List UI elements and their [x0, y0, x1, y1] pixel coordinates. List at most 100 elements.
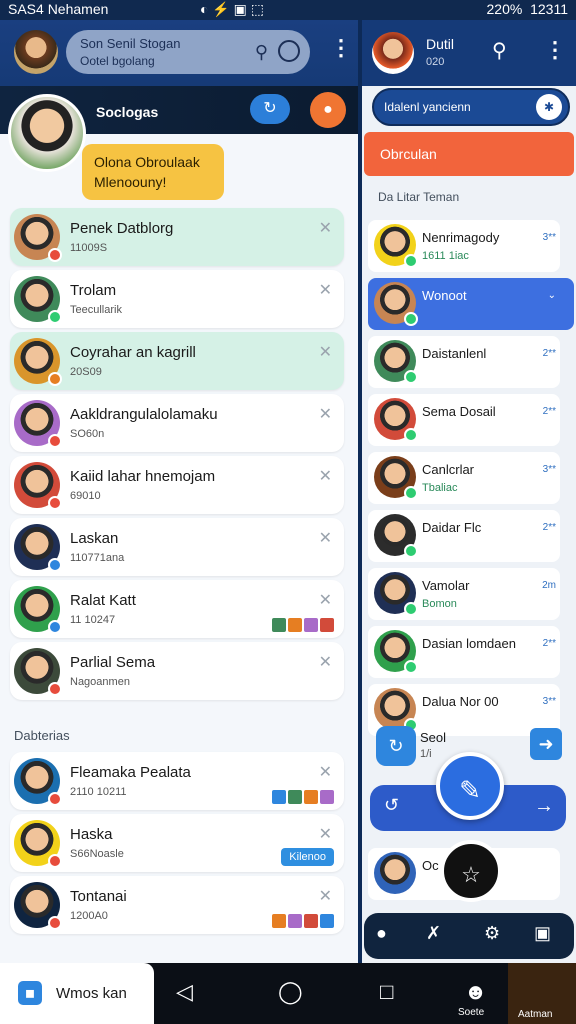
chat-row[interactable]: Nenrimagody 1611 1iac 3** [368, 218, 560, 274]
last-message: Bomon [422, 598, 457, 610]
search-icon[interactable]: ⚲ [255, 42, 268, 63]
close-icon[interactable]: ✕ [319, 652, 332, 672]
shuffle-icon[interactable]: ✗ [426, 923, 441, 944]
status-badge [404, 370, 418, 384]
compose-button[interactable]: ✎ [436, 752, 504, 820]
back-icon[interactable]: ◁ [176, 979, 193, 1005]
close-icon[interactable]: ✕ [319, 528, 332, 548]
close-icon[interactable]: ✕ [319, 824, 332, 844]
contact-avatar [374, 852, 416, 894]
user-icon[interactable]: ☻ [464, 979, 487, 1005]
tag-icon [304, 790, 318, 804]
chat-row[interactable]: Aakldrangulalolamaku SO60n ✕ [0, 392, 358, 454]
chat-row[interactable]: Vamolar Bomon 2m [368, 566, 560, 622]
attachment-tags [270, 914, 334, 930]
last-message: 11 10247 [70, 614, 116, 626]
status-badge [48, 916, 62, 930]
chat-row[interactable]: Trolam Teecullarik ✕ [0, 268, 358, 330]
search-box[interactable]: Son Senil Stogan Ootel bgolang ⚲ [66, 30, 310, 74]
sync-button[interactable]: ↻ [250, 94, 290, 124]
chat-row[interactable]: Fleamaka Pealata 2110 10211 ✕ [0, 750, 358, 812]
chat-row[interactable]: Coyrahar an kagrill 20S09 ✕ [0, 330, 358, 392]
contact-name: Laskan [70, 530, 119, 547]
chat-row[interactable]: Penek Datblorg 11009S ✕ [0, 206, 358, 268]
chat-row[interactable]: Parlial Sema Nagoanmen ✕ [0, 640, 358, 702]
chat-row[interactable]: Ralat Katt 11 10247 ✕ [0, 578, 358, 640]
contact-avatar [374, 224, 418, 268]
chat-row[interactable]: Laskan 110771ana ✕ [0, 516, 358, 578]
search-icon[interactable]: ⚲ [492, 38, 507, 63]
last-message: Teecullarik [70, 304, 122, 316]
box-icon[interactable]: ▣ [534, 923, 551, 944]
last-message: 11009S [70, 242, 108, 254]
more-options-icon[interactable]: ⋮ [544, 39, 566, 61]
featured-avatar[interactable] [8, 94, 86, 172]
my-avatar[interactable] [14, 30, 58, 74]
contact-avatar[interactable] [372, 32, 414, 74]
contact-avatar [14, 214, 62, 262]
chat-row[interactable]: Daidar Flc 2** [368, 508, 560, 564]
arrow-right-icon[interactable]: ➜ [530, 728, 562, 760]
featured-bubble[interactable]: Olona Obroulaak Mlenoouny! [82, 144, 224, 200]
tag-icon [304, 914, 318, 928]
contact-avatar [14, 648, 62, 696]
chat-row[interactable]: Wonoot ⌄ [368, 276, 574, 332]
chat-row[interactable]: Dasian lomdaen 2** [368, 624, 560, 680]
home-star-button[interactable]: ☆ [440, 840, 502, 902]
timestamp: 2m [542, 580, 556, 591]
tag-icon [304, 618, 318, 632]
status-badge [404, 486, 418, 500]
arrow-right-icon[interactable]: → [534, 795, 554, 818]
home-tab-label: Wmos kan [56, 985, 127, 1002]
record-button[interactable]: ● [310, 92, 346, 128]
last-message: 69010 [70, 490, 101, 502]
chat-row[interactable]: Tontanai 1200A0 ✕ [0, 874, 358, 936]
close-icon[interactable]: ✕ [319, 342, 332, 362]
contact-name: Parlial Sema [70, 654, 156, 671]
contact-avatar [374, 398, 418, 442]
status-badge [404, 660, 418, 674]
attachment-tags [270, 618, 334, 634]
close-icon[interactable]: ✕ [319, 590, 332, 610]
status-badge [404, 428, 418, 442]
status-badge [48, 682, 62, 696]
chat-row[interactable]: Kaiid lahar hnemojam 69010 ✕ [0, 454, 358, 516]
chat-row[interactable]: Daistanlenl 2** [368, 334, 560, 390]
featured-banner[interactable]: Soclogas ↻ ● Olona Obroulaak Mlenoouny! [0, 86, 358, 206]
more-options-icon[interactable]: ⋮ [330, 37, 352, 59]
bottom-nav: ◼ Wmos kan ◁ ◯ □ ☻ Soete Aatman [0, 963, 576, 1024]
chat-row[interactable]: Canlcrlar Tbaliac 3** [368, 450, 560, 506]
status-badge [48, 854, 62, 868]
status-bar: SAS4 Nehamen ◐ ⚡ ▣ ⬚ 220% 12311 [0, 0, 576, 20]
contact-avatar [374, 630, 418, 674]
left-header: Son Senil Stogan Ootel bgolang ⚲ ⋮ [0, 20, 358, 86]
chat-row[interactable]: Haska S66Noasle ✕ Kilenoo [0, 812, 358, 874]
gear-icon[interactable]: ⚙ [484, 923, 500, 944]
right-subtitle: 020 [426, 56, 445, 68]
clock: 12311 [530, 1, 568, 17]
close-icon[interactable]: ✕ [319, 762, 332, 782]
settings-icon[interactable]: ✱ [536, 94, 562, 120]
refresh-icon[interactable]: ↻ [376, 726, 416, 766]
close-icon[interactable]: ✕ [319, 886, 332, 906]
close-icon[interactable]: ✕ [319, 466, 332, 486]
label-pill[interactable]: Kilenoo [281, 848, 334, 866]
contact-avatar [374, 688, 418, 732]
close-icon[interactable]: ✕ [319, 218, 332, 238]
camera-icon[interactable] [278, 40, 300, 62]
timestamp: ⌄ [547, 290, 556, 301]
contact-avatar [14, 586, 62, 634]
close-icon[interactable]: ✕ [319, 404, 332, 424]
close-icon[interactable]: ✕ [319, 280, 332, 300]
home-circle-icon[interactable]: ◯ [278, 979, 303, 1005]
recents-icon[interactable]: □ [380, 979, 393, 1005]
contact-name: Haska [70, 826, 113, 843]
orange-banner[interactable]: Obrculan [364, 132, 574, 176]
chat-row[interactable]: Sema Dosail 2** [368, 392, 560, 448]
right-search-bar[interactable]: Idalenl yancienn ✱ [372, 88, 570, 126]
status-badge [48, 372, 62, 386]
contact-name: Penek Datblorg [70, 220, 174, 237]
home-tab[interactable]: ◼ Wmos kan [0, 963, 154, 1024]
avatar-icon[interactable]: ● [376, 923, 387, 944]
right-search-text: Idalenl yancienn [384, 100, 471, 114]
